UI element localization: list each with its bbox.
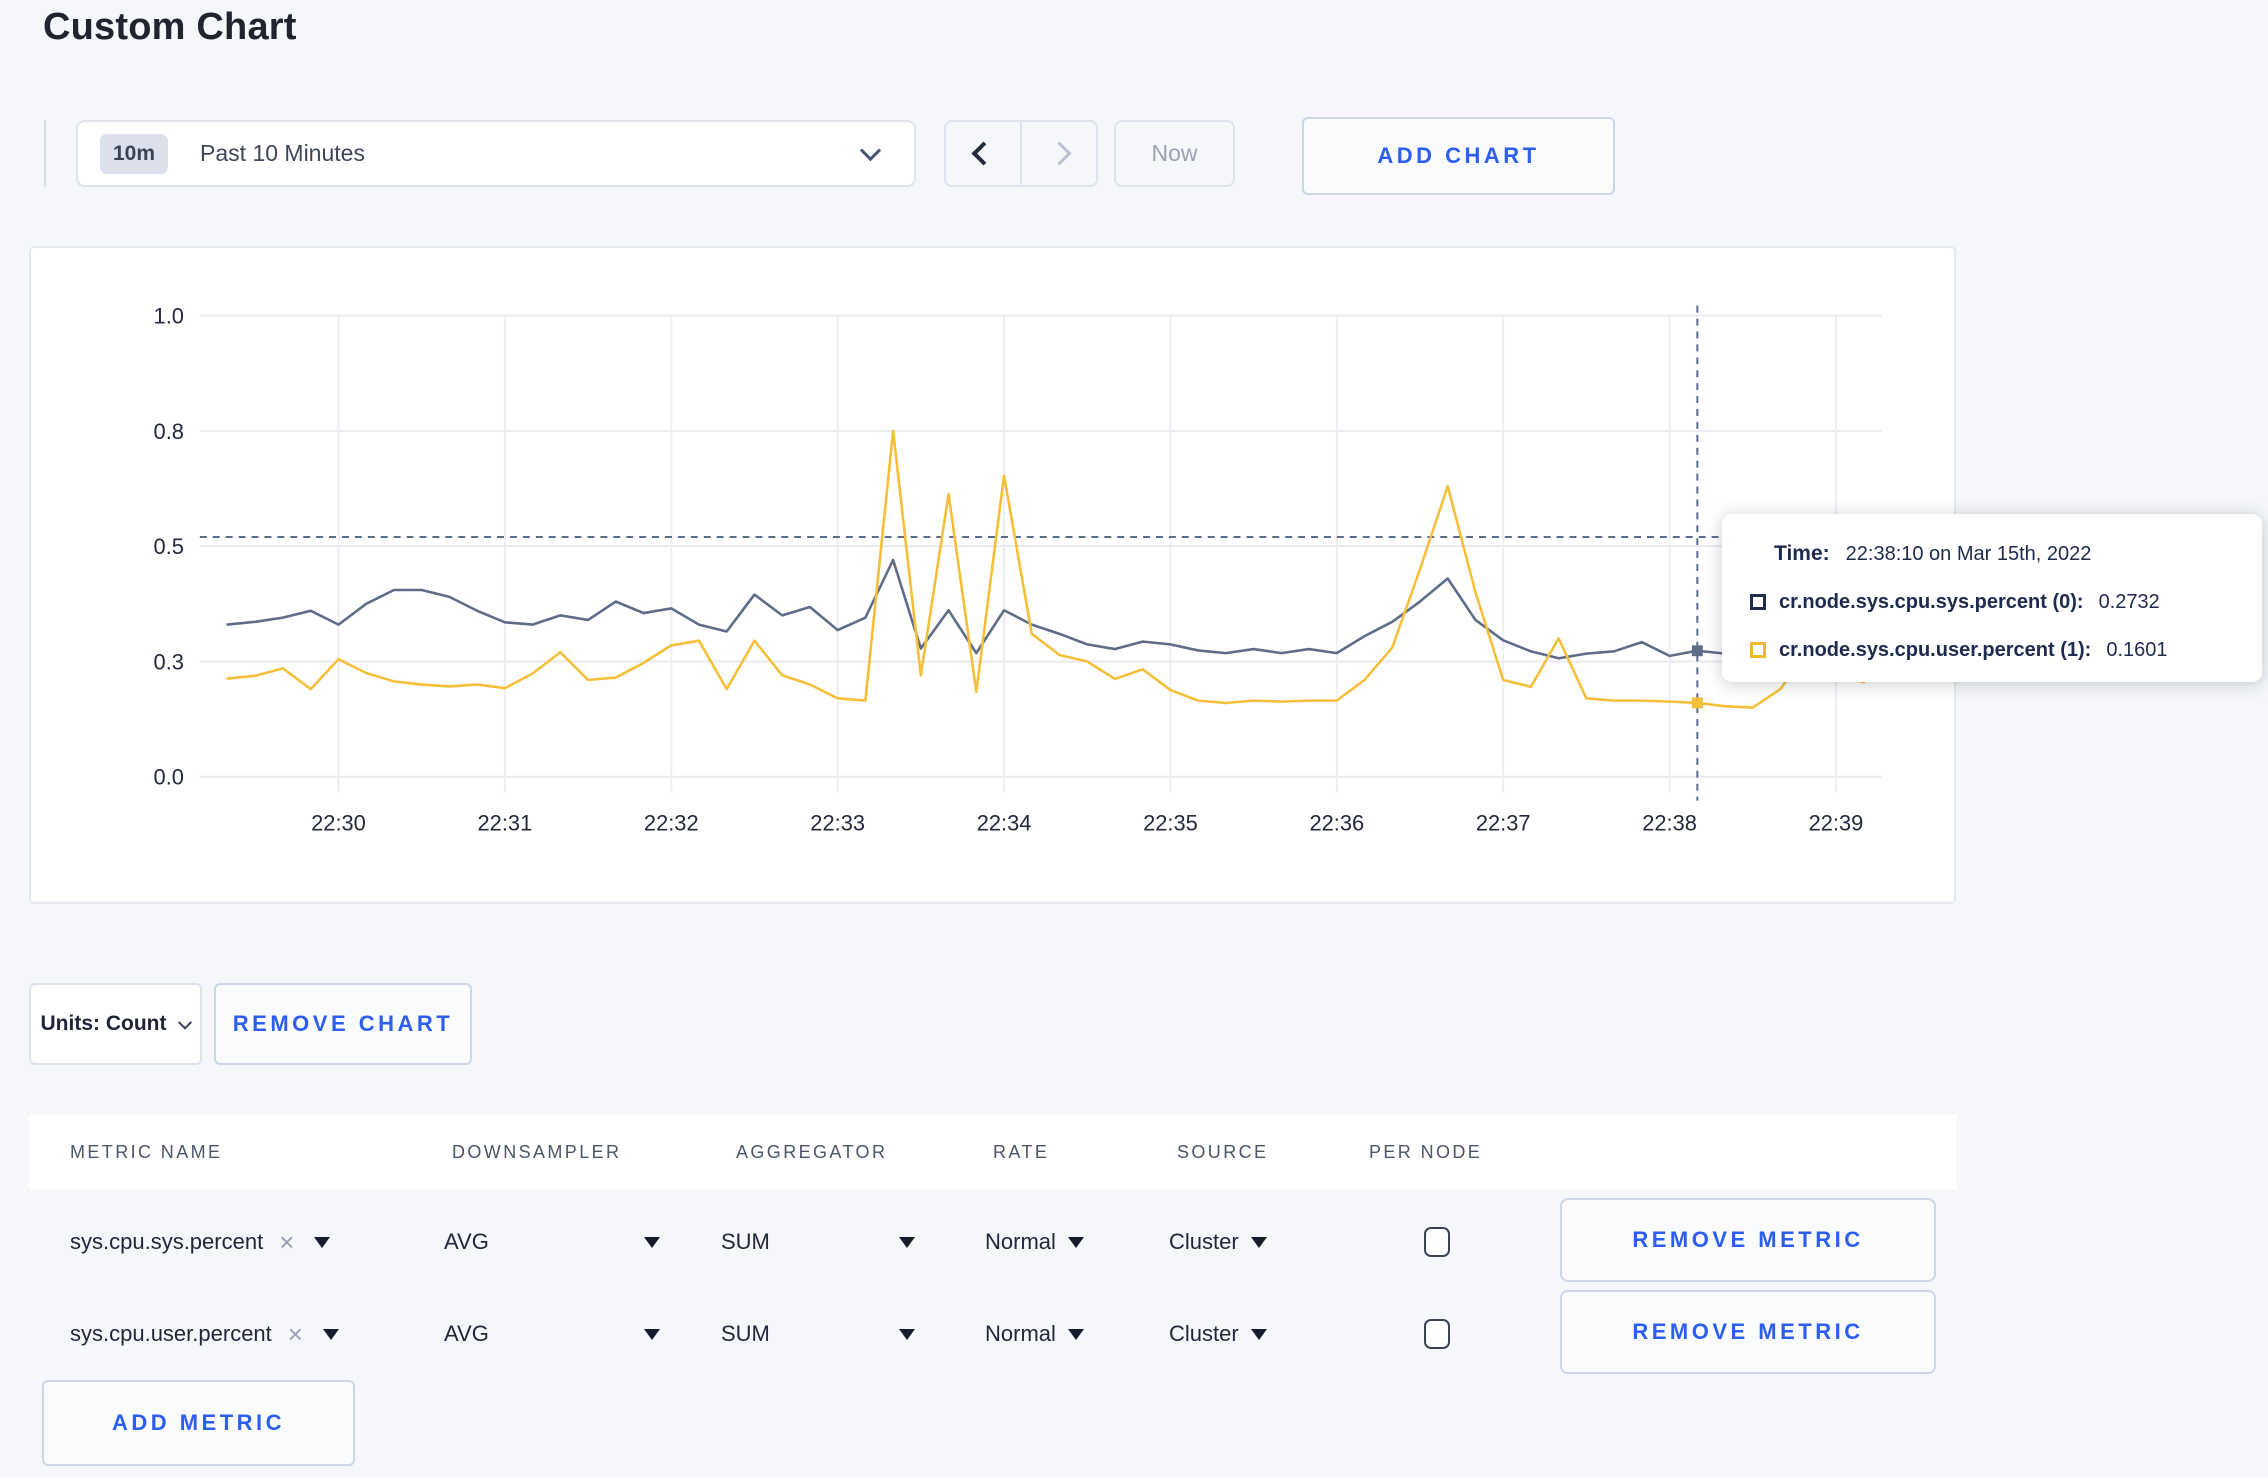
rate-value: Normal — [985, 1321, 1056, 1346]
prev-time-button[interactable] — [946, 122, 1022, 185]
tooltip-series-value: 0.1601 — [2106, 638, 2168, 661]
clear-metric-icon[interactable]: × — [288, 1319, 303, 1350]
y-axis-tick-label: 0.8 — [154, 419, 184, 444]
add-metric-button[interactable]: ADD METRIC — [42, 1380, 355, 1466]
y-axis-tick-label: 0.3 — [154, 649, 184, 674]
x-axis-tick-label: 22:36 — [1309, 810, 1364, 835]
add-chart-button[interactable]: ADD CHART — [1302, 117, 1615, 195]
tooltip-time-value: 22:38:10 on Mar 15th, 2022 — [1845, 542, 2092, 565]
chevron-down-icon — [859, 140, 882, 162]
column-header-aggregator: AGGREGATOR — [736, 1142, 888, 1162]
source-dropdown[interactable]: Cluster — [1169, 1288, 1267, 1380]
rate-dropdown[interactable]: Normal — [985, 1196, 1084, 1288]
downsampler-dropdown[interactable] — [644, 1196, 660, 1288]
dropdown-caret-icon — [899, 1328, 915, 1340]
column-header-downsampler: DOWNSAMPLER — [452, 1142, 622, 1162]
user-series-swatch-icon — [1750, 642, 1766, 658]
downsampler-value[interactable]: AVG — [444, 1196, 489, 1288]
source-dropdown[interactable]: Cluster — [1169, 1196, 1267, 1288]
chevron-down-icon — [178, 1015, 193, 1030]
per-node-cell — [1424, 1196, 1450, 1288]
source-value: Cluster — [1169, 1229, 1239, 1254]
y-axis-tick-label: 0.0 — [154, 765, 184, 790]
time-range-label: Past 10 Minutes — [200, 140, 365, 166]
metrics-table-header: METRIC NAME DOWNSAMPLER AGGREGATOR RATE … — [29, 1114, 1956, 1190]
page-title: Custom Chart — [43, 6, 297, 48]
chevron-left-icon — [970, 141, 996, 166]
remove-metric-button[interactable]: REMOVE METRIC — [1560, 1290, 1936, 1374]
column-header-per-node: PER NODE — [1369, 1142, 1483, 1162]
x-axis-tick-label: 22:38 — [1642, 810, 1697, 835]
clear-metric-icon[interactable]: × — [279, 1227, 294, 1258]
dropdown-caret-icon — [644, 1328, 660, 1340]
remove-metric-button[interactable]: REMOVE METRIC — [1560, 1198, 1936, 1282]
now-button[interactable]: Now — [1114, 120, 1235, 187]
metric-name-dropdown[interactable]: sys.cpu.user.percent × — [70, 1288, 339, 1380]
dropdown-caret-icon — [644, 1236, 660, 1248]
chart-tooltip: Time: 22:38:10 on Mar 15th, 2022 cr.node… — [1722, 514, 2262, 682]
column-header-source: SOURCE — [1177, 1142, 1269, 1162]
time-range-selector[interactable]: 10m Past 10 Minutes — [76, 120, 916, 187]
table-row: sys.cpu.sys.percent × AVG SUM Normal Clu… — [29, 1196, 1956, 1288]
metric-name-dropdown[interactable]: sys.cpu.sys.percent × — [70, 1196, 331, 1288]
tooltip-series-value: 0.2732 — [2098, 590, 2160, 613]
column-header-metric-name: METRIC NAME — [70, 1142, 223, 1162]
dropdown-caret-icon — [1250, 1328, 1267, 1340]
chevron-right-icon — [1046, 141, 1072, 166]
rate-dropdown[interactable]: Normal — [985, 1288, 1084, 1380]
downsampler-value[interactable]: AVG — [444, 1288, 489, 1380]
dropdown-caret-icon[interactable] — [322, 1328, 339, 1340]
dropdown-caret-icon[interactable] — [314, 1236, 331, 1248]
aggregator-dropdown[interactable] — [899, 1196, 915, 1288]
x-axis-tick-label: 22:33 — [810, 810, 865, 835]
tooltip-series-row: cr.node.sys.cpu.user.percent (1): 0.1601 — [1722, 626, 2262, 674]
dropdown-caret-icon — [1067, 1328, 1084, 1340]
remove-chart-button[interactable]: REMOVE CHART — [214, 983, 472, 1065]
aggregator-value[interactable]: SUM — [721, 1196, 770, 1288]
dropdown-caret-icon — [1067, 1236, 1084, 1248]
hover-point-marker — [1691, 645, 1703, 657]
x-axis-tick-label: 22:34 — [977, 810, 1032, 835]
downsampler-dropdown[interactable] — [644, 1288, 660, 1380]
x-axis-tick-label: 22:30 — [311, 810, 366, 835]
tooltip-series-label: cr.node.sys.cpu.user.percent (1): — [1779, 638, 2092, 661]
metric-name-value: sys.cpu.user.percent — [70, 1321, 272, 1346]
aggregator-value[interactable]: SUM — [721, 1288, 770, 1380]
x-axis-tick-label: 22:32 — [644, 810, 699, 835]
table-row: sys.cpu.user.percent × AVG SUM Normal Cl… — [29, 1288, 1956, 1380]
tooltip-time-label: Time: — [1774, 542, 1830, 565]
dropdown-caret-icon — [899, 1236, 915, 1248]
per-node-checkbox[interactable] — [1424, 1227, 1450, 1257]
time-pager — [944, 120, 1098, 187]
y-axis-tick-label: 1.0 — [154, 304, 184, 329]
hover-point-marker — [1691, 697, 1703, 709]
sys-series-swatch-icon — [1750, 594, 1766, 610]
chart-card: 0.0 0.3 0.5 0.8 1.0 22:30 22:31 22:32 22:33 22:34… — [29, 246, 1956, 904]
metric-name-value: sys.cpu.sys.percent — [70, 1229, 264, 1254]
column-header-rate: RATE — [993, 1142, 1050, 1162]
line-chart[interactable]: 0.0 0.3 0.5 0.8 1.0 22:30 22:31 22:32 22:33 22:34… — [31, 248, 1954, 902]
per-node-cell — [1424, 1288, 1450, 1380]
x-axis-tick-label: 22:35 — [1143, 810, 1198, 835]
x-axis-tick-label: 22:31 — [478, 810, 533, 835]
custom-chart-page: Custom Chart 10m Past 10 Minutes Now ADD… — [0, 0, 2268, 1478]
per-node-checkbox[interactable] — [1424, 1319, 1450, 1349]
tooltip-time-row: Time: 22:38:10 on Mar 15th, 2022 — [1722, 530, 2262, 578]
tooltip-series-label: cr.node.sys.cpu.sys.percent (0): — [1779, 590, 2084, 613]
rate-value: Normal — [985, 1229, 1056, 1254]
dropdown-caret-icon — [1250, 1236, 1267, 1248]
y-axis-tick-label: 0.5 — [154, 534, 184, 559]
units-selector-label: Units: Count — [40, 1012, 167, 1035]
aggregator-dropdown[interactable] — [899, 1288, 915, 1380]
x-axis-tick-label: 22:39 — [1809, 810, 1864, 835]
toolbar-divider — [44, 120, 46, 187]
series-line-cr.node.sys.cpu.user.percent — [226, 429, 1865, 709]
x-axis-tick-label: 22:37 — [1476, 810, 1531, 835]
units-selector[interactable]: Units: Count — [29, 983, 202, 1065]
time-range-badge: 10m — [100, 133, 169, 174]
tooltip-series-row: cr.node.sys.cpu.sys.percent (0): 0.2732 — [1722, 578, 2262, 626]
source-value: Cluster — [1169, 1321, 1239, 1346]
next-time-button[interactable] — [1022, 122, 1096, 185]
